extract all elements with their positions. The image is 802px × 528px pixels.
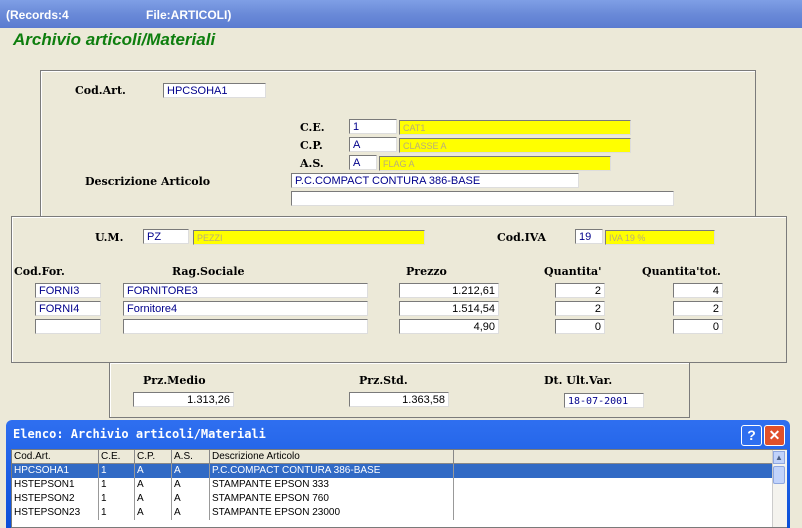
table-row[interactable]: HPCSOHA1 1 A A P.C.COMPACT CONTURA 386-B… [12, 464, 772, 478]
cell-descrizione: STAMPANTE EPSON 23000 [210, 506, 454, 520]
supplier-price[interactable]: 1.212,61 [399, 283, 499, 298]
um-description: PEZZI [193, 230, 425, 245]
iva-label: Cod.IVA [497, 231, 546, 244]
cell-ce: 1 [99, 506, 135, 520]
cell-as: A [172, 464, 210, 478]
as-description: FLAG A [379, 156, 611, 171]
cell-cp: A [135, 506, 172, 520]
cell-as: A [172, 478, 210, 492]
dt-ult-var-field[interactable]: 18-07-2001 [564, 393, 644, 408]
descr-label: Descrizione Articolo [85, 175, 211, 188]
supplier-qty[interactable]: 2 [555, 283, 605, 298]
dt-ult-var-label: Dt. Ult.Var. [544, 374, 613, 387]
grid-header-ce[interactable]: C.E. [99, 450, 135, 464]
cod-art-label: Cod.Art. [75, 84, 126, 97]
window-right-edge [796, 28, 802, 420]
scrollbar-thumb[interactable] [773, 466, 785, 484]
grid-header-descrizione[interactable]: Descrizione Articolo [210, 450, 454, 464]
col-rag-sociale: Rag.Sociale [172, 265, 245, 278]
col-quantita-tot: Quantita'tot. [642, 265, 721, 278]
table-row[interactable]: HSTEPSON2 1 A A STAMPANTE EPSON 760 [12, 492, 772, 506]
help-button[interactable]: ? [741, 425, 762, 446]
ce-field[interactable]: 1 [349, 119, 397, 134]
col-prezzo: Prezzo [406, 265, 447, 278]
as-field[interactable]: A [349, 155, 377, 170]
supplier-qty-tot[interactable]: 0 [673, 319, 723, 334]
cell-ce: 1 [99, 478, 135, 492]
close-button[interactable]: ✕ [764, 425, 785, 446]
window-title-bar: (Records:4 File:ARTICOLI) [0, 0, 802, 28]
lookup-dialog-title: Elenco: Archivio articoli/Materiali [13, 427, 266, 441]
prz-std-field[interactable]: 1.363,58 [349, 392, 449, 407]
cell-cod-art: HSTEPSON1 [12, 478, 99, 492]
iva-field[interactable]: 19 [575, 229, 603, 244]
cell-cp: A [135, 492, 172, 506]
supplier-qty[interactable]: 2 [555, 301, 605, 316]
um-field[interactable]: PZ [143, 229, 189, 244]
prz-std-label: Prz.Std. [359, 374, 408, 387]
prices-panel [109, 362, 690, 418]
supplier-code[interactable]: FORNI4 [35, 301, 101, 316]
cp-description: CLASSE A [399, 138, 631, 153]
cell-descrizione: STAMPANTE EPSON 760 [210, 492, 454, 506]
prz-medio-field[interactable]: 1.313,26 [133, 392, 234, 407]
um-label: U.M. [95, 231, 124, 244]
supplier-name[interactable]: FORNITORE3 [123, 283, 368, 298]
grid-header-cp[interactable]: C.P. [135, 450, 172, 464]
cell-cod-art: HSTEPSON23 [12, 506, 99, 520]
col-cod-for: Cod.For. [14, 265, 65, 278]
cell-descrizione: P.C.COMPACT CONTURA 386-BASE [210, 464, 454, 478]
cp-field[interactable]: A [349, 137, 397, 152]
supplier-code[interactable] [35, 319, 101, 334]
cell-cp: A [135, 464, 172, 478]
scroll-up-arrow-icon[interactable]: ▲ [773, 451, 785, 464]
file-name: File:ARTICOLI) [146, 8, 232, 22]
supplier-name[interactable]: Fornitore4 [123, 301, 368, 316]
as-label: A.S. [300, 157, 324, 170]
ce-description: CAT1 [399, 120, 631, 135]
supplier-name[interactable] [123, 319, 368, 334]
supplier-price[interactable]: 4,90 [399, 319, 499, 334]
cell-ce: 1 [99, 464, 135, 478]
supplier-price[interactable]: 1.514,54 [399, 301, 499, 316]
cell-as: A [172, 492, 210, 506]
supplier-code[interactable]: FORNI3 [35, 283, 101, 298]
descr-field[interactable]: P.C.COMPACT CONTURA 386-BASE [291, 173, 579, 188]
ce-label: C.E. [300, 121, 325, 134]
cp-label: C.P. [300, 139, 323, 152]
grid-header-cod-art[interactable]: Cod.Art. [12, 450, 99, 464]
table-row[interactable]: HSTEPSON23 1 A A STAMPANTE EPSON 23000 [12, 506, 772, 520]
supplier-qty-tot[interactable]: 4 [673, 283, 723, 298]
table-row[interactable]: HSTEPSON1 1 A A STAMPANTE EPSON 333 [12, 478, 772, 492]
cell-descrizione: STAMPANTE EPSON 333 [210, 478, 454, 492]
cell-ce: 1 [99, 492, 135, 506]
cell-as: A [172, 506, 210, 520]
cell-cod-art: HPCSOHA1 [12, 464, 99, 478]
records-count: (Records:4 [6, 8, 69, 22]
grid-header-as[interactable]: A.S. [172, 450, 210, 464]
iva-description: IVA 19 % [605, 230, 715, 245]
descr-field-2[interactable] [291, 191, 674, 206]
lookup-grid: Cod.Art. C.E. C.P. A.S. Descrizione Arti… [11, 449, 787, 528]
cell-cod-art: HSTEPSON2 [12, 492, 99, 506]
prz-medio-label: Prz.Medio [143, 374, 206, 387]
grid-header-filler [454, 450, 774, 464]
page-title: Archivio articoli/Materiali [13, 30, 216, 49]
col-quantita: Quantita' [544, 265, 602, 278]
cell-cp: A [135, 478, 172, 492]
supplier-qty-tot[interactable]: 2 [673, 301, 723, 316]
supplier-qty[interactable]: 0 [555, 319, 605, 334]
cod-art-field[interactable]: HPCSOHA1 [163, 83, 266, 98]
